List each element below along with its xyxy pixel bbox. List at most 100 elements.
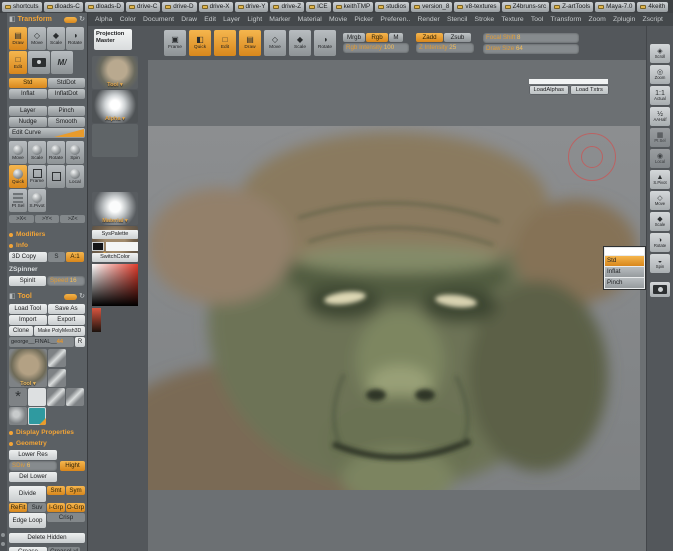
scale-mode-button[interactable]: ◆Scale xyxy=(47,27,65,50)
divide-button[interactable]: Divide xyxy=(9,486,46,502)
tool-thumbnail[interactable] xyxy=(66,388,84,406)
menu-transform[interactable]: Transform xyxy=(551,16,582,23)
display-properties-section[interactable]: Display Properties xyxy=(9,427,86,438)
tool-thumbnail-smear[interactable] xyxy=(9,407,27,425)
shortcut-button[interactable]: drive-X xyxy=(199,2,233,12)
snapshot-button[interactable] xyxy=(28,51,50,74)
tool-tray-thumbnail[interactable]: Tool ▾ xyxy=(92,56,138,89)
rotate-shelf-button[interactable]: ◑Rotate xyxy=(314,30,336,56)
refit-button[interactable]: ReFit xyxy=(9,503,27,512)
refresh-icon[interactable]: ↻ xyxy=(79,293,85,300)
transform-palette-header[interactable]: ◧ Transform ↻ xyxy=(9,13,86,26)
higher-res-button[interactable]: Hight xyxy=(60,461,85,471)
palette-toggle[interactable] xyxy=(64,294,77,300)
brush-pinch-button[interactable]: Pinch xyxy=(48,106,86,116)
load-textures-button[interactable]: Load Txtrs xyxy=(570,85,610,95)
scale-shelf-button[interactable]: ◆Scale xyxy=(289,30,311,56)
copy-s-field[interactable]: S xyxy=(48,252,65,262)
menu-zoom[interactable]: Zoom xyxy=(588,16,605,23)
3d-copy-button[interactable]: 3D Copy xyxy=(9,252,47,262)
spivot-button[interactable]: S.Pivot xyxy=(28,189,46,212)
snap-z-button[interactable]: >Z< xyxy=(60,215,85,223)
secondary-color-swatch[interactable] xyxy=(92,242,104,251)
current-tool-thumbnail[interactable]: Tool ▾ xyxy=(9,349,47,387)
zsub-button[interactable]: Zsub xyxy=(444,33,471,42)
scale-shelf-right-button[interactable]: ◆Scale xyxy=(650,212,670,231)
shortcut-button[interactable]: ICE xyxy=(306,2,331,12)
save-as-button[interactable]: Save As xyxy=(48,304,86,314)
focal-shift-slider[interactable]: Focal Shift 8 xyxy=(483,33,579,43)
igrp-button[interactable]: I-Grp xyxy=(47,503,65,512)
snap-x-button[interactable]: >X< xyxy=(9,215,34,223)
shortcut-button[interactable]: 4keith xyxy=(637,2,668,12)
tool-r-button[interactable]: R xyxy=(75,337,85,347)
m-button[interactable]: M xyxy=(389,33,403,42)
rgb-intensity-slider[interactable]: Rgb Intensity 100 xyxy=(343,43,409,53)
tool-palette-header[interactable]: ◧ Tool ↻ xyxy=(9,290,86,303)
speed-slider[interactable]: Speed 16 xyxy=(47,276,85,286)
snap-y-button[interactable]: >Y< xyxy=(35,215,60,223)
popup-blank-field[interactable] xyxy=(605,248,644,255)
rotate-mode-button[interactable]: ◑Rotate xyxy=(66,27,84,50)
actual-size-button[interactable]: 1:1Actual xyxy=(650,86,670,105)
draw-mode-button[interactable]: ▤Draw xyxy=(9,27,27,50)
menu-zplugin[interactable]: Zplugin xyxy=(613,16,635,23)
popup-item-inflat[interactable]: Inflat xyxy=(605,267,644,277)
shortcut-button[interactable]: shortcuts xyxy=(2,2,42,12)
brush-nudge-button[interactable]: Nudge xyxy=(9,117,47,127)
edit-curve-button[interactable]: Edit Curve xyxy=(9,128,85,138)
brush-std-button[interactable]: Std xyxy=(9,78,47,88)
geometry-section[interactable]: Geometry xyxy=(9,438,86,449)
move-mode-button[interactable]: ◇Move xyxy=(28,27,46,50)
tool-thumbnail[interactable] xyxy=(48,369,66,387)
draw-size-slider[interactable]: Draw Size 64 xyxy=(483,44,579,54)
menu-texture[interactable]: Texture xyxy=(501,16,523,23)
gyro-spin-button[interactable]: Spin xyxy=(66,141,84,164)
shortcut-button[interactable]: Z4bruns-src xyxy=(502,2,550,12)
tool-thumbnail-star[interactable]: * xyxy=(9,388,27,406)
sdiv-slider[interactable]: SDiv 6 xyxy=(9,461,57,471)
brush-inflatdot-button[interactable]: InflatDot xyxy=(48,89,86,99)
menu-layer[interactable]: Layer xyxy=(223,16,240,23)
menu-render[interactable]: Render xyxy=(417,16,439,23)
menu-draw[interactable]: Draw xyxy=(181,16,197,23)
ptsel-button[interactable]: Pt Sel xyxy=(9,189,27,212)
spinit-button[interactable]: SpinIt xyxy=(9,276,46,286)
sys-palette-button[interactable]: SysPalette xyxy=(92,230,138,239)
menu-preferences[interactable]: Preferen.. xyxy=(380,16,410,23)
material-tray-thumbnail[interactable]: Material ▾ xyxy=(92,192,138,225)
brush-layer-button[interactable]: Layer xyxy=(9,106,47,116)
menu-color[interactable]: Color xyxy=(120,16,136,23)
z-intensity-slider[interactable]: Z Intensity 25 xyxy=(416,43,474,53)
gyro-rotate-button[interactable]: Rotate xyxy=(47,141,65,164)
del-lower-button[interactable]: Del Lower xyxy=(9,472,57,482)
menu-light[interactable]: Light xyxy=(247,16,262,23)
shortcut-button[interactable]: keithTMP xyxy=(333,2,374,12)
gyro-3d-button[interactable] xyxy=(47,165,65,188)
menu-stencil[interactable]: Stencil xyxy=(447,16,467,23)
quick-button[interactable]: Quick xyxy=(9,165,27,188)
primary-color-swatch[interactable] xyxy=(106,242,138,251)
load-alphas-button[interactable]: LoadAlphas xyxy=(529,85,569,95)
aahalf-button[interactable]: ½AAHalf xyxy=(650,107,670,126)
camera-icon-button[interactable] xyxy=(650,282,670,297)
zoom-button[interactable]: ◎Zoom xyxy=(650,65,670,84)
gyro-scale-button[interactable]: Scale xyxy=(28,141,46,164)
shortcut-button[interactable]: version_8 xyxy=(411,2,452,12)
tool-thumbnail-selected[interactable] xyxy=(28,407,46,425)
menu-stroke[interactable]: Stroke xyxy=(475,16,495,23)
zadd-button[interactable]: Zadd xyxy=(416,33,443,42)
marker-button[interactable]: M/ xyxy=(51,51,73,74)
spivot-shelf-button[interactable]: ▲S.Pivot xyxy=(650,170,670,189)
make-polymesh-button[interactable]: Make PolyMesh3D xyxy=(34,326,85,336)
export-button[interactable]: Export xyxy=(48,315,86,325)
shortcut-button[interactable]: dloads-D xyxy=(85,2,124,12)
modifiers-section[interactable]: Modifiers xyxy=(9,229,86,240)
shortcut-button[interactable]: drive-D xyxy=(162,2,196,12)
mrgb-button[interactable]: Mrgb xyxy=(343,33,365,42)
local-shelf-button[interactable]: ◉Local xyxy=(650,149,670,168)
ogrp-button[interactable]: O-Grp xyxy=(66,503,85,512)
copy-a-button[interactable]: A:1 xyxy=(66,252,84,262)
shortcut-button[interactable]: studios xyxy=(375,2,409,12)
info-section[interactable]: Info xyxy=(9,240,86,251)
